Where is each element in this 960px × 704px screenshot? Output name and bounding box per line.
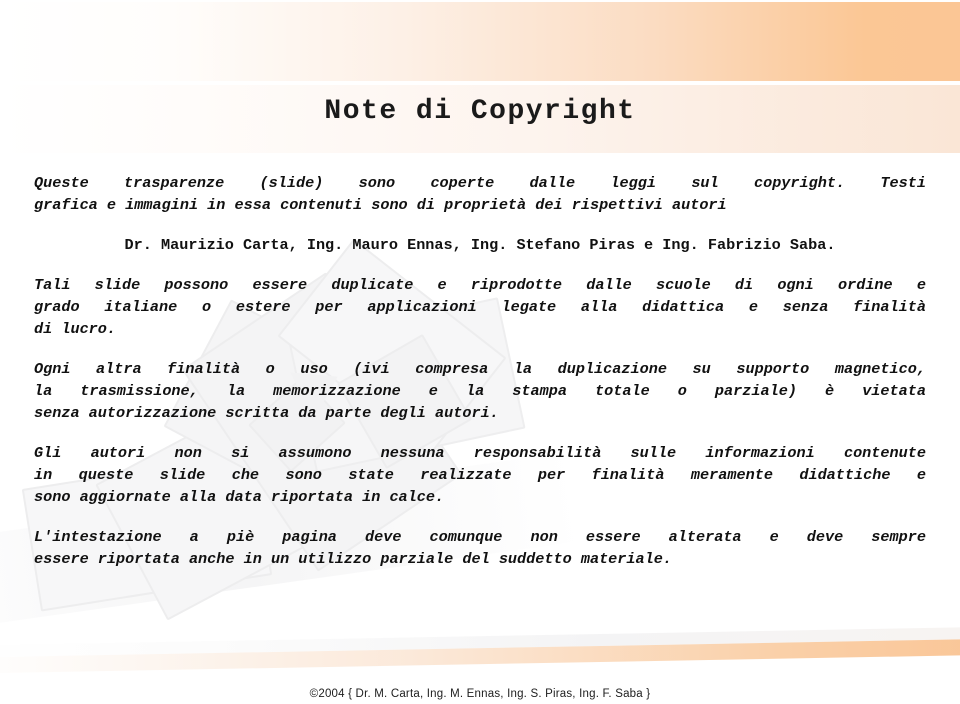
paragraph-copyright-notice: Queste trasparenze (slide) sono coperte … <box>34 172 926 216</box>
paragraph-other-uses-forbidden: Ogni altra finalità o uso (ivi compresa … <box>34 358 926 424</box>
paragraph-footer-preservation: L'intestazione a piè pagina deve comunqu… <box>34 526 926 570</box>
paragraph-line: Tali slide possono essere duplicate e ri… <box>34 276 926 294</box>
paragraph-line: grado italiane o estere per applicazioni… <box>34 298 926 316</box>
paragraph-line: sono aggiornate alla data riportata in c… <box>34 488 445 506</box>
paragraph-authors: Dr. Maurizio Carta, Ing. Mauro Ennas, In… <box>34 234 926 256</box>
paragraph-line: Ogni altra finalità o uso (ivi compresa … <box>34 360 926 378</box>
paragraph-line: la trasmissione, la memorizzazione e la … <box>34 382 926 400</box>
header-accent-band <box>0 2 960 81</box>
footer-copyright: ©2004 { Dr. M. Carta, Ing. M. Ennas, Ing… <box>309 688 651 700</box>
paragraph-liability-disclaimer: Gli autori non si assumono nessuna respo… <box>34 442 926 508</box>
paragraph-line: L'intestazione a piè pagina deve comunqu… <box>34 528 926 546</box>
slide-body: Queste trasparenze (slide) sono coperte … <box>34 172 926 588</box>
paragraph-line: grafica e immagini in essa contenuti son… <box>34 196 727 214</box>
paragraph-line: di lucro. <box>34 320 117 338</box>
paragraph-line: Gli autori non si assumono nessuna respo… <box>34 444 926 462</box>
paragraph-line: Queste trasparenze (slide) sono coperte … <box>34 174 926 192</box>
paragraph-line: senza autorizzazione scritta da parte de… <box>34 404 499 422</box>
paragraph-duplication-rights: Tali slide possono essere duplicate e ri… <box>34 274 926 340</box>
authors-line: Dr. Maurizio Carta, Ing. Mauro Ennas, In… <box>124 236 836 254</box>
page-title: Note di Copyright <box>324 96 636 127</box>
paragraph-line: in queste slide che sono state realizzat… <box>34 466 926 484</box>
slide-copyright-notes: Note di Copyright Queste trasparenze (sl… <box>0 0 960 704</box>
paragraph-line: essere riportata anche in un utilizzo pa… <box>34 550 672 568</box>
